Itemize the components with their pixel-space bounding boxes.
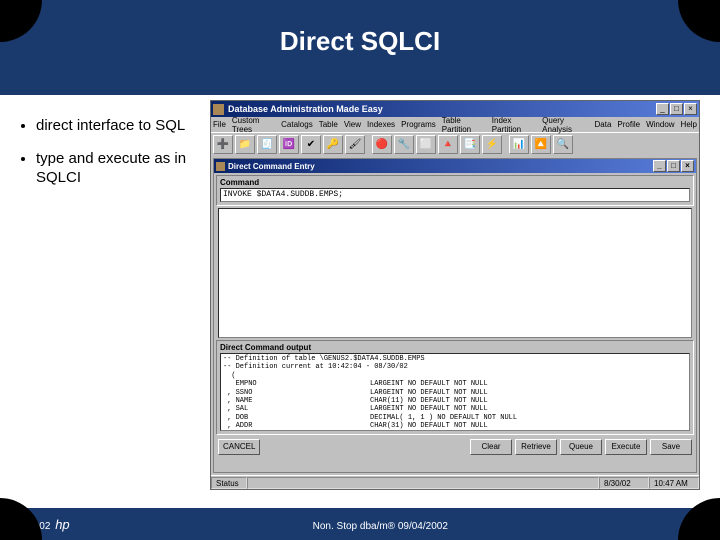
toolbar-btn-2[interactable]: 📁 xyxy=(235,135,255,154)
menu-data[interactable]: Data xyxy=(595,120,612,129)
toolbar-btn-14[interactable]: 📊 xyxy=(509,135,529,154)
toolbar-btn-11[interactable]: 🔺 xyxy=(438,135,458,154)
menu-help[interactable]: Help xyxy=(681,120,697,129)
cancel-button[interactable]: CANCEL xyxy=(218,439,260,455)
command-group: Command INVOKE $DATA4.SUDDB.EMPS; xyxy=(216,175,694,206)
button-row: CANCEL Clear Retrieve Queue Execute Save xyxy=(214,437,696,457)
toolbar-btn-13[interactable]: ⚡ xyxy=(482,135,502,154)
maximize-button[interactable]: □ xyxy=(670,103,683,115)
toolbar-btn-9[interactable]: 🔧 xyxy=(394,135,414,154)
menu-table[interactable]: Table xyxy=(319,120,338,129)
output-textarea[interactable]: -- Definition of table \GENUS2.$DATA4.SU… xyxy=(220,353,690,431)
command-input[interactable]: INVOKE $DATA4.SUDDB.EMPS; xyxy=(220,188,690,202)
toolbar-btn-16[interactable]: 🔍 xyxy=(553,135,573,154)
save-button[interactable]: Save xyxy=(650,439,692,455)
status-time: 10:47 AM xyxy=(649,477,699,489)
slide-title: Direct SQLCI xyxy=(0,0,720,73)
status-label: Status xyxy=(211,477,247,489)
menu-catalogs[interactable]: Catalogs xyxy=(281,120,313,129)
toolbar-btn-3[interactable]: 🧾 xyxy=(257,135,277,154)
menu-window[interactable]: Window xyxy=(646,120,674,129)
workspace-area[interactable] xyxy=(218,208,692,338)
menu-programs[interactable]: Programs xyxy=(401,120,436,129)
statusbar: Status 8/30/02 10:47 AM xyxy=(211,475,699,489)
menu-profile[interactable]: Profile xyxy=(617,120,640,129)
clear-button[interactable]: Clear xyxy=(470,439,512,455)
footer-center: Non. Stop dba/m® 09/04/2002 xyxy=(313,521,448,532)
content-area: direct interface to SQL type and execute… xyxy=(0,95,720,508)
command-label: Command xyxy=(220,178,690,187)
toolbar-btn-1[interactable]: ➕ xyxy=(213,135,233,154)
retrieve-button[interactable]: Retrieve xyxy=(515,439,557,455)
queue-button[interactable]: Queue xyxy=(560,439,602,455)
menubar: File Custom Trees Catalogs Table View In… xyxy=(211,117,699,132)
toolbar-btn-6[interactable]: 🔑 xyxy=(323,135,343,154)
inner-maximize-button[interactable]: □ xyxy=(667,160,680,172)
toolbar-btn-7[interactable]: 🖌 xyxy=(345,135,365,154)
status-spacer xyxy=(247,477,599,489)
menu-file[interactable]: File xyxy=(213,120,226,129)
panel-icon xyxy=(216,162,225,171)
inner-title-text: Direct Command Entry xyxy=(228,162,315,171)
menu-query-analysis[interactable]: Query Analysis xyxy=(542,116,588,134)
toolbar-btn-8[interactable]: 🔴 xyxy=(372,135,392,154)
status-date: 8/30/02 xyxy=(599,477,649,489)
window-title: Database Administration Made Easy xyxy=(228,104,655,114)
bullet-item: direct interface to SQL xyxy=(36,117,197,136)
app-icon xyxy=(213,104,224,115)
app-window: Database Administration Made Easy _ □ × … xyxy=(210,100,700,490)
toolbar-btn-12[interactable]: 📑 xyxy=(460,135,480,154)
output-label: Direct Command output xyxy=(220,343,690,352)
inner-minimize-button[interactable]: _ xyxy=(653,160,666,172)
close-button[interactable]: × xyxy=(684,103,697,115)
inner-titlebar: Direct Command Entry _ □ × xyxy=(214,159,696,173)
menu-indexes[interactable]: Indexes xyxy=(367,120,395,129)
inner-close-button[interactable]: × xyxy=(681,160,694,172)
execute-button[interactable]: Execute xyxy=(605,439,647,455)
brand-logo: hp xyxy=(55,517,69,532)
menu-view[interactable]: View xyxy=(344,120,361,129)
bullet-item: type and execute as in SQLCI xyxy=(36,150,197,188)
toolbar-btn-10[interactable]: ⬜ xyxy=(416,135,436,154)
slide-footer: © 2002 hp Non. Stop dba/m® 09/04/2002 33 xyxy=(18,517,702,532)
menu-table-partition[interactable]: Table Partition xyxy=(442,116,486,134)
toolbar-btn-4[interactable]: 🆔 xyxy=(279,135,299,154)
menu-custom-trees[interactable]: Custom Trees xyxy=(232,116,275,134)
minimize-button[interactable]: _ xyxy=(656,103,669,115)
output-group: Direct Command output -- Definition of t… xyxy=(216,340,694,435)
direct-command-panel: Direct Command Entry _ □ × Command INVOK… xyxy=(213,158,697,473)
toolbar-btn-15[interactable]: 🔼 xyxy=(531,135,551,154)
bullet-list: direct interface to SQL type and execute… xyxy=(22,117,197,201)
menu-index-partition[interactable]: Index Partition xyxy=(492,116,536,134)
toolbar-btn-5[interactable]: ✔ xyxy=(301,135,321,154)
toolbar: ➕ 📁 🧾 🆔 ✔ 🔑 🖌 🔴 🔧 ⬜ 🔺 📑 ⚡ 📊 🔼 🔍 xyxy=(211,132,699,156)
